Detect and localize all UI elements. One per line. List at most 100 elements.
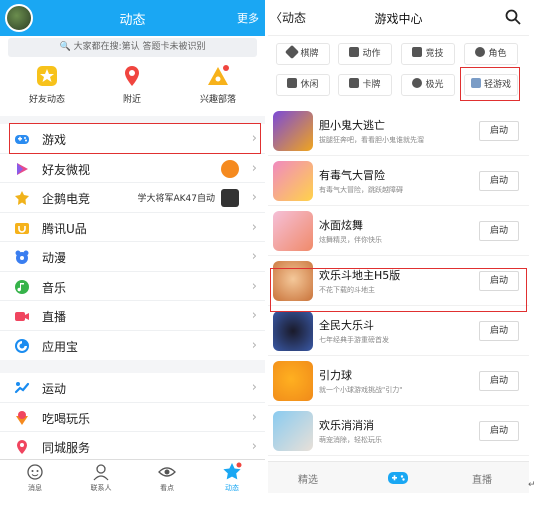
chevron-right-icon: › <box>251 219 257 235</box>
game-desc: 炫舞精灵，伴你快乐 <box>319 236 382 244</box>
sports-icon <box>14 382 30 394</box>
tab-label: 看点 <box>160 484 174 492</box>
list-item-u-product[interactable]: 腾讯U品 › <box>0 213 265 242</box>
tab-label: 联系人 <box>90 484 112 492</box>
game-row[interactable]: 欢乐消消消 萌宠消除，轻松玩乐 启动 <box>268 406 529 456</box>
list-item-esports[interactable]: 企鹅电竞 学大将军AK47自动 › <box>0 183 265 213</box>
game-desc: 七年经典手游重磅首发 <box>319 336 389 344</box>
launch-button[interactable]: 启动 <box>479 221 519 241</box>
list-item-label: 动漫 <box>42 251 67 265</box>
contacts-icon <box>93 464 109 481</box>
game-name: 有毒气大冒险 <box>319 169 385 182</box>
tab-dynamic[interactable]: 动态 <box>199 462 265 493</box>
category-aurora[interactable]: 极光 <box>401 74 455 96</box>
screenshot: 动态 更多 🔍 大家都在搜:第认 答题卡未被识别 好友动态 附近 兴趣部落 游戏… <box>0 0 537 506</box>
location-pin-icon <box>125 66 139 86</box>
launch-button[interactable]: 启动 <box>479 321 519 341</box>
tab-message[interactable]: 消息 <box>2 462 68 493</box>
qq-dynamic-page: 动态 更多 🔍 大家都在搜:第认 答题卡未被识别 好友动态 附近 兴趣部落 游戏… <box>0 0 265 493</box>
puzzle-icon <box>287 78 298 88</box>
list-item-music[interactable]: 音乐 › <box>0 272 265 301</box>
category-chess[interactable]: 棋牌 <box>276 43 330 65</box>
list-item-anime[interactable]: 动漫 › <box>0 242 265 272</box>
game-row[interactable]: 胆小鬼大逃亡 拔腿狂奔吧，看看胆小鬼谁就先溜 启动 <box>268 106 529 156</box>
category-card[interactable]: 卡牌 <box>338 74 392 96</box>
list-item-label: 吃喝玩乐 <box>42 411 91 426</box>
list-item-label: 应用宝 <box>42 339 79 354</box>
tab-live[interactable]: 直播 <box>472 471 492 486</box>
quick-nearby[interactable]: 附近 <box>92 64 172 105</box>
list-item-label: 音乐 <box>42 280 67 295</box>
launch-button[interactable]: 启动 <box>479 371 519 391</box>
message-icon <box>27 464 43 480</box>
list-item-label: 同城服务 <box>42 441 91 455</box>
quick-entries: 好友动态 附近 兴趣部落 <box>0 60 265 116</box>
search-input[interactable]: 🔍 大家都在搜:第认 答题卡未被识别 <box>8 38 257 57</box>
tab-contacts[interactable]: 联系人 <box>68 462 134 493</box>
aurora-icon <box>412 78 423 88</box>
list-item-label: 企鹅电竞 <box>42 192 91 206</box>
category-label: 竞技 <box>425 49 444 59</box>
list-item-sports[interactable]: 运动 › <box>0 373 265 403</box>
game-row[interactable]: 引力球 就一个小球游戏挑战"引力" 启动 <box>268 356 529 406</box>
game-icon <box>273 211 313 251</box>
game-name: 冰面炫舞 <box>319 219 363 232</box>
category-action[interactable]: 动作 <box>338 43 392 65</box>
search-placeholder: 大家都在搜:第认 答题卡未被识别 <box>73 42 206 52</box>
game-row[interactable]: 有毒气大冒险 有毒气大冒险，跳跃越障碍 启动 <box>268 156 529 206</box>
list-item-food[interactable]: 吃喝玩乐 › <box>0 403 265 432</box>
diamond-icon <box>285 44 300 60</box>
bottom-tab-bar: 精选 直播 <box>268 461 529 493</box>
game-desc: 有毒气大冒险，跳跃越障碍 <box>319 186 403 194</box>
game-desc: 拔腿狂奔吧，看看胆小鬼谁就先溜 <box>319 136 424 144</box>
game-icon <box>273 361 313 401</box>
tab-label: 消息 <box>28 484 42 492</box>
quick-friend-dynamic[interactable]: 好友动态 <box>7 64 87 105</box>
trophy-icon <box>412 47 423 57</box>
chevron-right-icon: › <box>251 190 257 205</box>
star-icon <box>223 462 242 480</box>
list-item-app-store[interactable]: 应用宝 › <box>0 331 265 361</box>
search-icon: 🔍 <box>59 42 74 52</box>
gamepad-icon[interactable] <box>387 470 409 486</box>
list-item-live[interactable]: 直播 › <box>0 301 265 331</box>
live-camera-icon <box>15 312 29 321</box>
category-label: 休闲 <box>300 80 319 90</box>
star-badge-icon <box>37 66 57 86</box>
list-item-label: 直播 <box>42 310 67 324</box>
eye-icon <box>158 467 176 477</box>
category-role[interactable]: 角色 <box>464 43 518 65</box>
launch-button[interactable]: 启动 <box>479 421 519 441</box>
game-center-page: 〈动态 游戏中心 棋牌 动作 竞技 角色 休闲 卡牌 极光 轻游戏 胆小鬼大逃亡… <box>268 0 529 493</box>
quick-tribe[interactable]: 兴趣部落 <box>178 64 258 105</box>
category-competitive[interactable]: 竞技 <box>401 43 455 65</box>
list-item-weishi[interactable]: 好友微视 › <box>0 154 265 183</box>
chevron-right-icon: › <box>251 249 257 264</box>
game-name: 欢乐消消消 <box>319 419 374 432</box>
launch-button[interactable]: 启动 <box>479 171 519 191</box>
highlight-box-game <box>9 123 261 154</box>
list-item-extra: 学大将军AK47自动 <box>137 194 215 204</box>
quick-label: 好友动态 <box>28 95 65 105</box>
music-icon <box>15 279 29 294</box>
category-label: 动作 <box>362 49 381 59</box>
card-icon <box>349 78 360 88</box>
game-row[interactable]: 全民大乐斗 七年经典手游重磅首发 启动 <box>268 306 529 356</box>
tab-kandian[interactable]: 看点 <box>134 462 200 493</box>
game-name: 引力球 <box>319 369 352 382</box>
tab-featured[interactable]: 精选 <box>298 471 318 486</box>
more-button[interactable]: 更多 <box>237 10 259 26</box>
list-item-city-service[interactable]: 同城服务 › <box>0 432 265 462</box>
top-bar: 〈动态 游戏中心 <box>268 0 529 36</box>
game-row[interactable]: 冰面炫舞 炫舞精灵，伴你快乐 启动 <box>268 206 529 256</box>
chevron-right-icon: › <box>251 278 257 294</box>
category-label: 极光 <box>425 80 444 90</box>
launch-button[interactable]: 启动 <box>479 121 519 141</box>
bottom-tab-bar: 消息 联系人 看点 动态 <box>0 459 265 493</box>
category-casual[interactable]: 休闲 <box>276 74 330 96</box>
chevron-right-icon: › <box>251 308 257 323</box>
chevron-right-icon: › <box>251 409 257 425</box>
game-icon <box>273 111 313 151</box>
list-item-label: 运动 <box>42 382 67 396</box>
search-icon[interactable] <box>505 9 521 25</box>
